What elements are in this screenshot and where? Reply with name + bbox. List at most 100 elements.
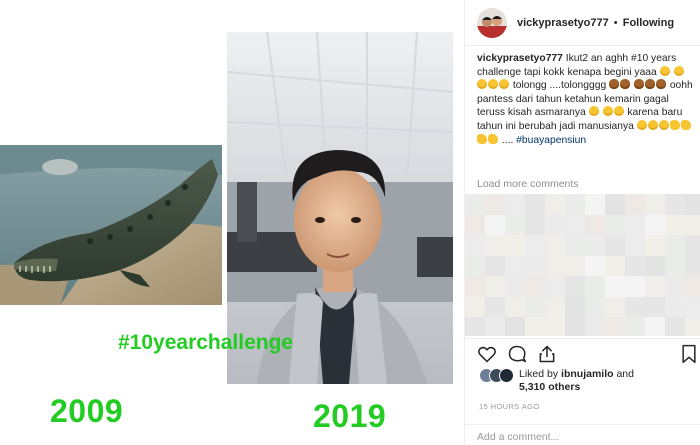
caption-username[interactable]: vickyprasetyo777 (477, 53, 563, 64)
blur-pixel (485, 194, 505, 215)
blur-pixel (585, 296, 605, 317)
blur-pixel (545, 276, 565, 297)
blur-pixel (625, 296, 645, 317)
blur-pixel (685, 235, 700, 256)
emoji-face-icon (477, 79, 487, 90)
blur-pixel (625, 214, 645, 235)
blur-pixel (465, 317, 485, 336)
blur-pixel (645, 214, 665, 235)
blur-pixel (565, 194, 585, 215)
heart-icon[interactable] (477, 344, 497, 364)
add-comment-input[interactable] (477, 431, 687, 443)
blur-pixel (565, 214, 585, 235)
blur-pixel (465, 194, 485, 215)
emoji-face-icon (613, 106, 624, 117)
caption-hashtag-link[interactable]: #buayapensiun (516, 135, 586, 146)
emoji-monkey-icon (609, 79, 620, 90)
blur-pixel (485, 255, 505, 276)
likes-summary: Liked by ibnujamilo and 5,310 others (479, 368, 689, 394)
blur-pixel (605, 235, 625, 256)
avatar[interactable] (477, 7, 507, 38)
blur-pixel (585, 255, 605, 276)
blur-pixel (485, 296, 505, 317)
blur-pixel (485, 235, 505, 256)
likes-text: Liked by ibnujamilo and 5,310 others (519, 368, 634, 394)
post-sidebar: vickyprasetyo777 • Following vickypraset… (464, 0, 700, 445)
blur-pixel (685, 194, 700, 215)
likes-count-link[interactable]: 5,310 others (519, 381, 580, 393)
blur-pixel (605, 317, 625, 336)
emoji-face-icon (636, 119, 647, 130)
year-label-2009: 2009 (50, 393, 124, 429)
following-button[interactable]: Following (623, 17, 674, 29)
blur-pixel (565, 235, 585, 256)
blur-pixel (685, 296, 700, 317)
blur-pixel (585, 214, 605, 235)
blur-pixel (665, 276, 685, 297)
bookmark-icon[interactable] (679, 344, 699, 364)
comment-icon[interactable] (507, 344, 527, 364)
liker-username-link[interactable]: ibnujamilo (561, 368, 614, 380)
blur-pixel (465, 255, 485, 276)
blur-pixel (505, 214, 525, 235)
blur-pixel (565, 296, 585, 317)
blur-pixel (605, 276, 625, 297)
emoji-monkey-icon (644, 79, 655, 90)
blur-pixel (625, 255, 645, 276)
emoji-face-icon (673, 65, 684, 76)
blur-pixel (685, 276, 700, 297)
blur-pixel (645, 296, 665, 317)
year-label-2019: 2019 (313, 398, 387, 434)
blur-pixel (465, 235, 485, 256)
header-separator: • (613, 16, 618, 29)
emoji-face-icon (647, 119, 658, 130)
blur-pixel (565, 255, 585, 276)
emoji-hand-icon (669, 119, 680, 130)
emoji-face-icon (658, 119, 669, 130)
blur-pixel (605, 214, 625, 235)
emoji-face-icon (659, 65, 670, 76)
caption-text-2: tolongg ....tolongggg (512, 80, 607, 92)
blur-pixel (665, 296, 685, 317)
blur-pixel (505, 276, 525, 297)
header-username[interactable]: vickyprasetyo777 (517, 17, 609, 29)
likes-conjunction: and (616, 368, 634, 380)
load-more-comments-button[interactable]: Load more comments (477, 178, 579, 190)
blur-pixel (585, 194, 605, 215)
emoji-hand-icon (488, 133, 498, 144)
blur-pixel (665, 255, 685, 276)
blur-pixel (545, 214, 565, 235)
blur-pixel (525, 235, 545, 256)
blur-pixel (625, 317, 645, 336)
post-caption: vickyprasetyo777 Ikut2 an aghh #10 years… (477, 52, 693, 147)
blur-pixel (545, 296, 565, 317)
post-timestamp[interactable]: 15 HOURS AGO (479, 402, 540, 411)
blur-pixel (465, 276, 485, 297)
blur-pixel (665, 235, 685, 256)
blur-pixel (545, 194, 565, 215)
crocodile-photo (0, 145, 222, 305)
share-icon[interactable] (537, 344, 557, 364)
blur-pixel (645, 317, 665, 336)
blur-pixel (545, 255, 565, 276)
blur-pixel (665, 317, 685, 336)
emoji-face-icon (602, 106, 613, 117)
blur-pixel (525, 276, 545, 297)
avatar (499, 368, 514, 383)
blur-pixel (525, 214, 545, 235)
blur-pixel (625, 194, 645, 215)
blur-pixel (605, 194, 625, 215)
blur-pixel (505, 255, 525, 276)
blur-pixel (625, 276, 645, 297)
post-media[interactable]: 2009 #10yearchallenge 2019 (0, 0, 464, 445)
blur-pixel (685, 317, 700, 336)
blur-pixel (605, 296, 625, 317)
emoji-monkey-icon (655, 79, 666, 90)
emoji-monkey-icon (633, 79, 644, 90)
challenge-hashtag-overlay: #10yearchallenge (118, 331, 294, 354)
blur-pixel (505, 235, 525, 256)
blur-pixel (585, 235, 605, 256)
blur-pixel (645, 235, 665, 256)
blur-pixel (625, 235, 645, 256)
blur-pixel (645, 276, 665, 297)
